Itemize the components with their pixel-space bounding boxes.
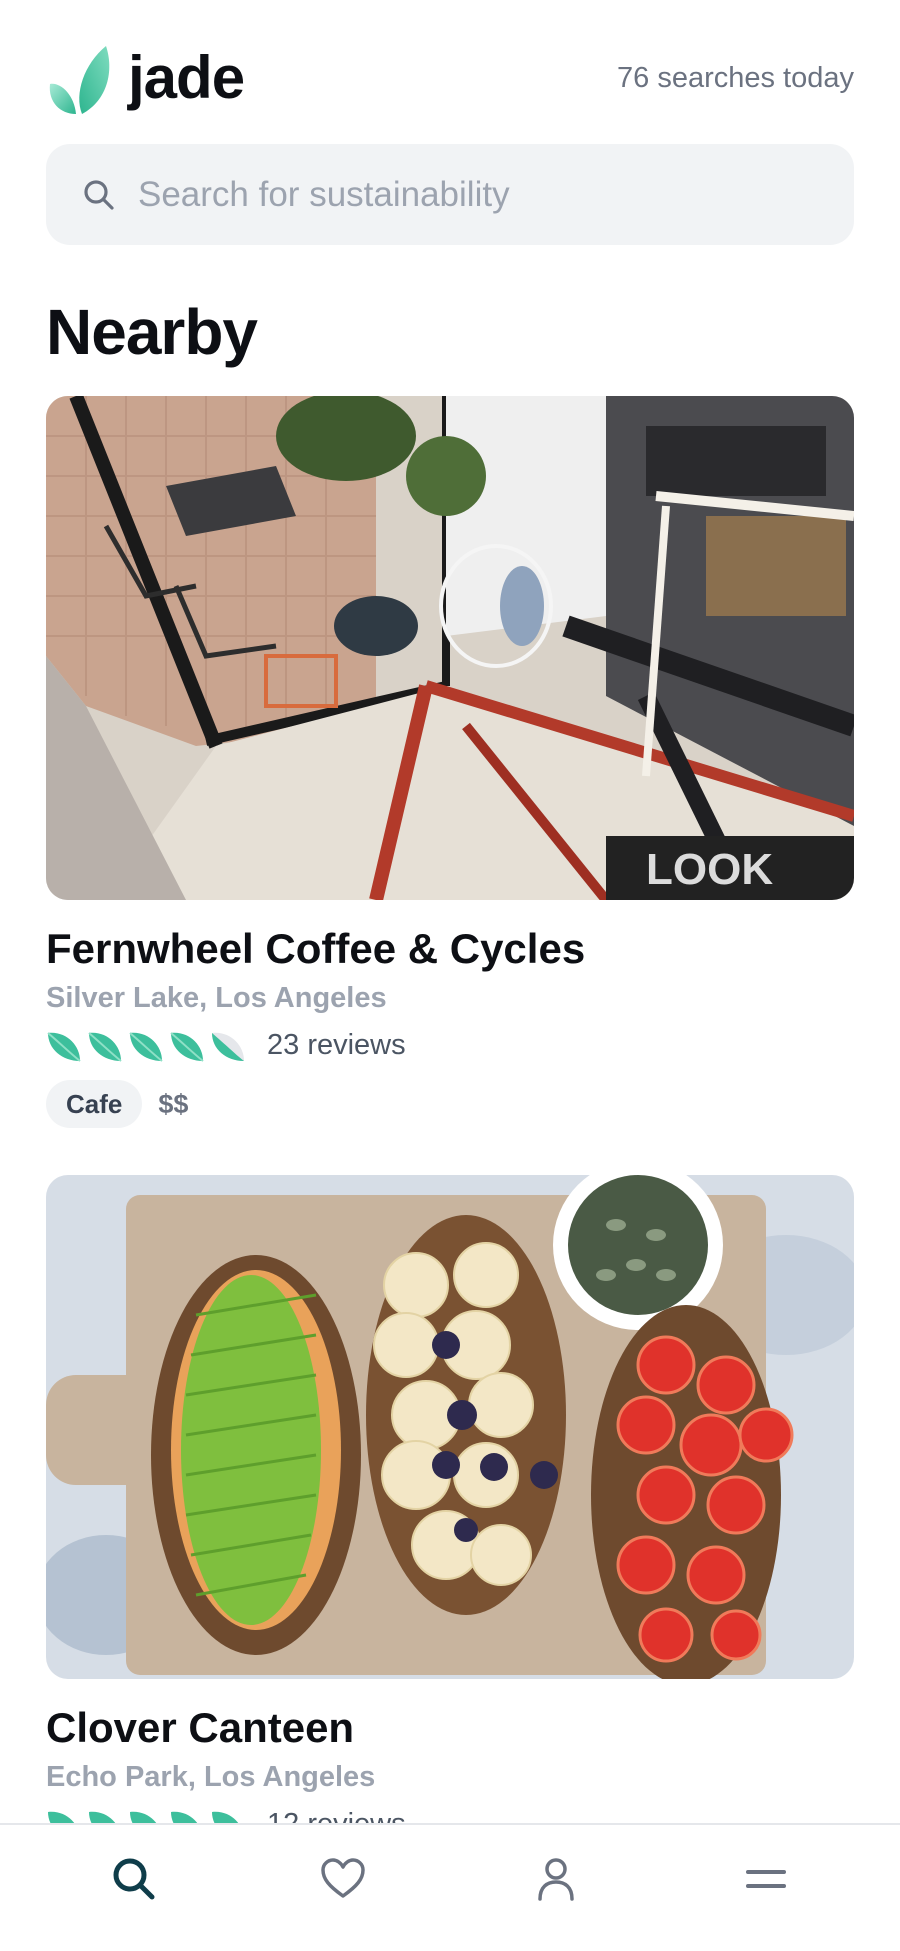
nav-search[interactable] — [104, 1849, 164, 1909]
leaf-rating-icon — [170, 1032, 204, 1062]
place-name[interactable]: Clover Canteen — [46, 1703, 854, 1753]
place-card[interactable]: LOOK Fernwheel Coffee & Cycles Silver La… — [46, 396, 854, 1128]
search-icon — [84, 180, 114, 210]
review-count[interactable]: 23 reviews — [267, 1027, 406, 1063]
search-input[interactable] — [138, 144, 828, 245]
tag-row: Cafe $$ — [46, 1080, 854, 1128]
section-title: Nearby — [46, 296, 258, 368]
leaf-half-rating-icon — [212, 1032, 244, 1061]
place-location: Silver Lake, Los Angeles — [46, 982, 387, 1014]
header: jade 76 searches today — [46, 40, 854, 120]
price-level: $$ — [158, 1089, 189, 1119]
leaf-rating-icon — [129, 1032, 163, 1062]
nav-menu[interactable] — [736, 1849, 796, 1909]
leaf-rating-icon — [88, 1032, 122, 1062]
jade-logo-icon — [49, 46, 110, 114]
nav-favorites[interactable] — [313, 1849, 373, 1909]
place-name[interactable]: Fernwheel Coffee & Cycles — [46, 924, 854, 974]
cafe-bike-shop-photo[interactable]: LOOK — [46, 396, 854, 900]
app-screen: jade 76 searches today Nearby — [0, 0, 900, 1951]
svg-text:LOOK: LOOK — [646, 845, 773, 894]
leaf-rating-icon — [47, 1032, 81, 1062]
menu-icon — [746, 1870, 786, 1888]
app-name: jade — [128, 44, 245, 111]
category-tag[interactable]: Cafe — [46, 1080, 143, 1128]
place-location: Echo Park, Los Angeles — [46, 1761, 376, 1793]
search-count: 76 searches today — [617, 62, 854, 94]
rating: 23 reviews — [46, 1026, 854, 1064]
toast-plates-photo[interactable] — [46, 1175, 854, 1679]
nav-profile[interactable] — [526, 1849, 586, 1909]
search-bar[interactable] — [46, 144, 854, 245]
place-card[interactable]: Clover Canteen Echo Park, Los Angeles 12… — [46, 1175, 854, 1843]
bottom-nav — [0, 1823, 900, 1951]
user-icon — [538, 1858, 574, 1901]
heart-icon — [321, 1858, 365, 1898]
search-icon — [113, 1858, 155, 1900]
